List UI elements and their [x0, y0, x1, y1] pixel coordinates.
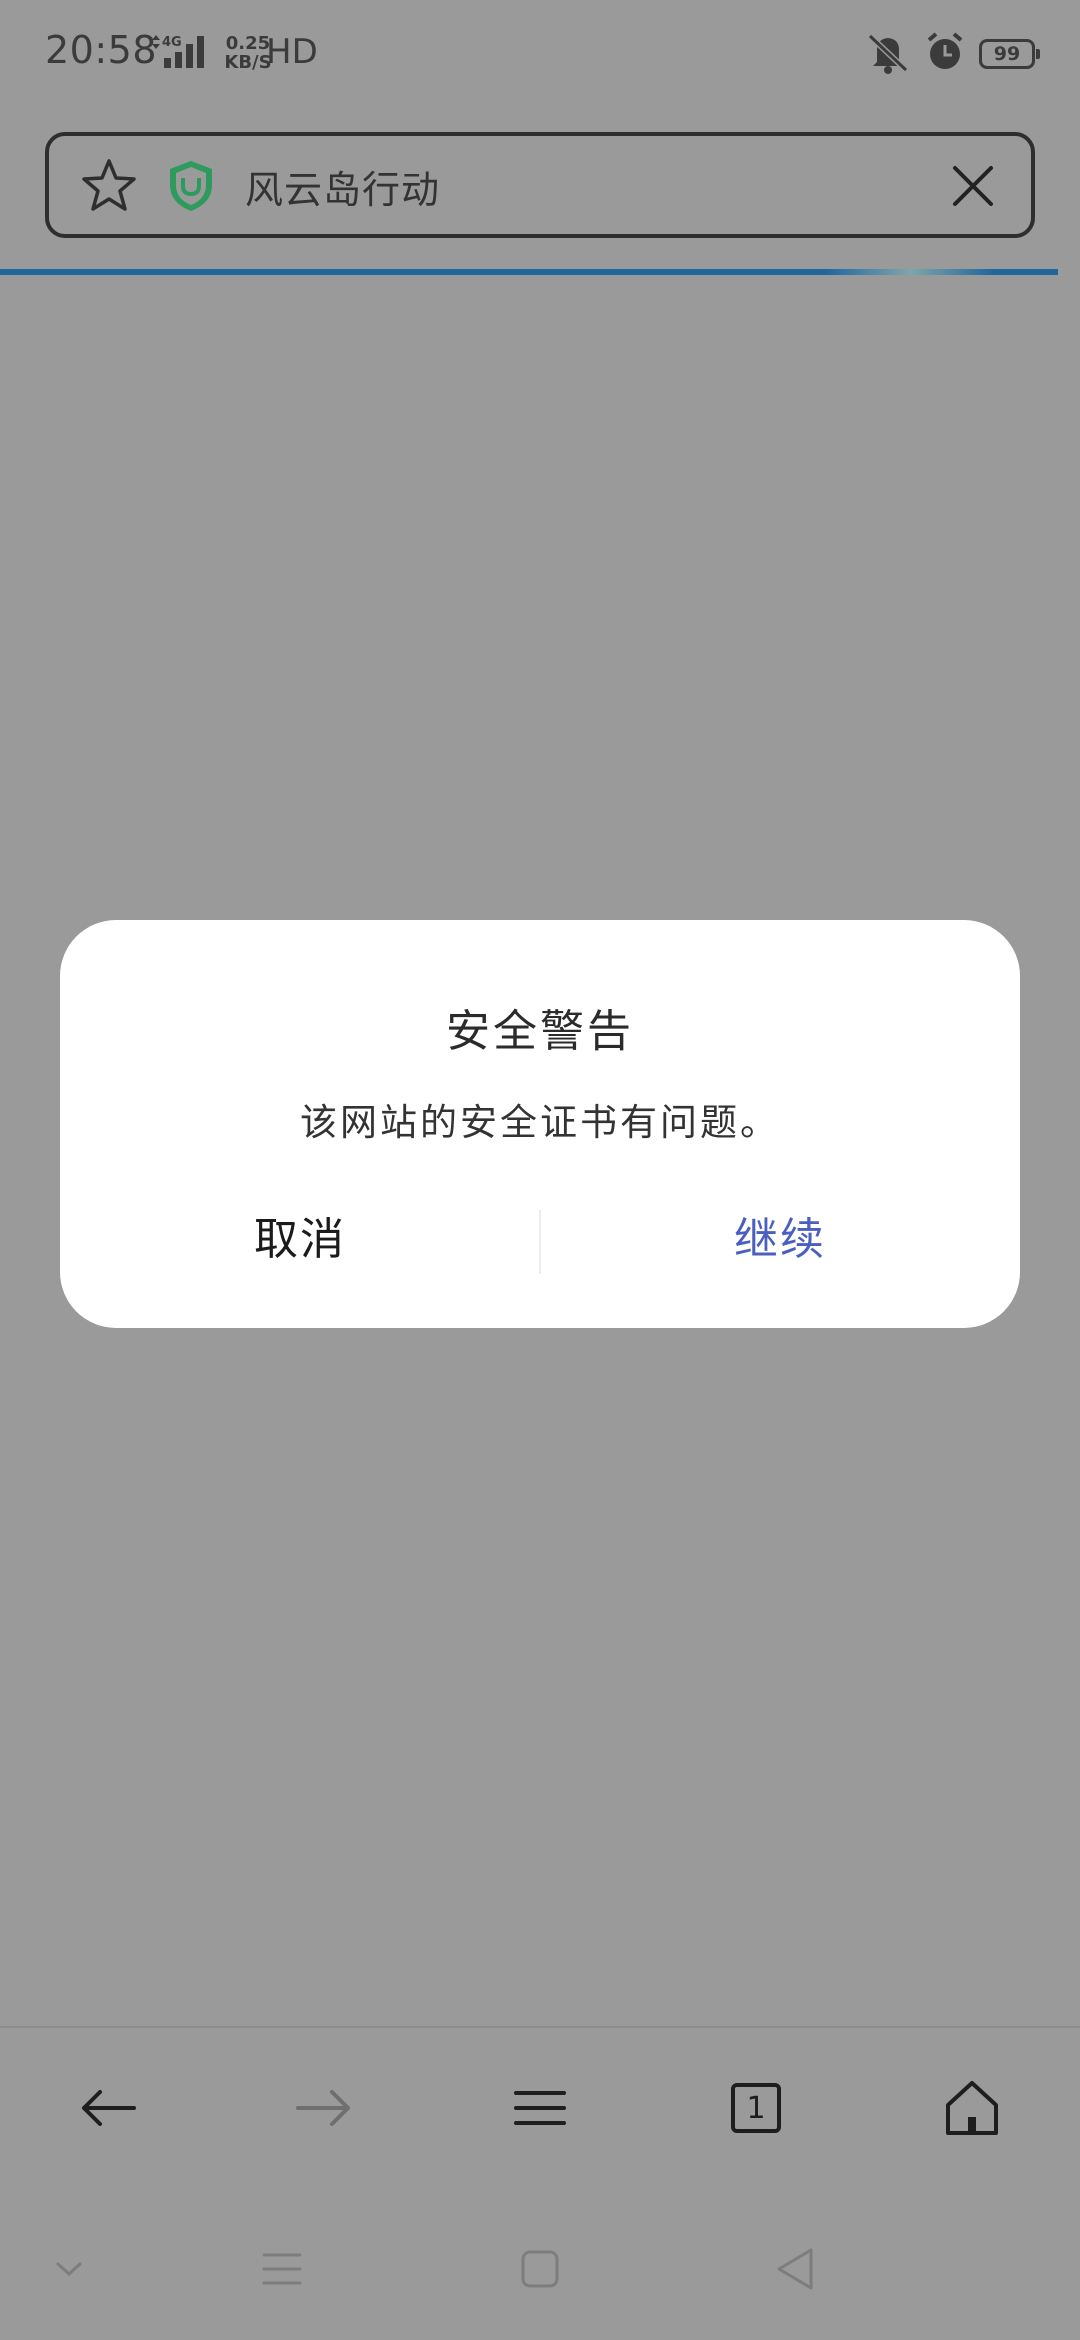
browser-toolbar: 1 [0, 2026, 1080, 2188]
home-square-icon[interactable] [505, 2234, 575, 2304]
battery-icon: 99 [979, 39, 1040, 69]
page-title[interactable]: 风云岛行动 [245, 159, 440, 214]
collapse-icon[interactable] [34, 2234, 104, 2304]
address-bar[interactable]: 风云岛行动 [45, 132, 1035, 238]
signal-icon: 4G [148, 30, 214, 74]
security-warning-dialog: 安全警告 该网站的安全证书有问题。 取消 继续 [60, 920, 1020, 1328]
alarm-icon [925, 30, 965, 78]
cancel-button[interactable]: 取消 [60, 1202, 540, 1278]
tab-count: 1 [746, 2091, 765, 2126]
status-bar: 20:58 4G 0.25 KB/S HD 99 [0, 0, 1080, 110]
close-icon[interactable] [945, 158, 1001, 214]
dialog-title: 安全警告 [446, 1006, 634, 1057]
status-time: 20:58 [45, 28, 158, 72]
forward-icon[interactable] [288, 2072, 360, 2144]
dialog-message: 该网站的安全证书有问题。 [300, 1101, 780, 1144]
back-triangle-icon[interactable] [760, 2234, 830, 2304]
status-right-group: 99 [865, 30, 1040, 78]
back-icon[interactable] [72, 2072, 144, 2144]
home-icon[interactable] [936, 2072, 1008, 2144]
recents-icon[interactable] [247, 2234, 317, 2304]
continue-button[interactable]: 继续 [540, 1202, 1020, 1278]
mute-icon [865, 30, 911, 78]
hd-indicator: HD [266, 32, 318, 72]
tabs-icon[interactable]: 1 [720, 2072, 792, 2144]
shield-icon[interactable] [165, 158, 217, 214]
network-type: 4G [162, 35, 182, 50]
system-nav-bar [0, 2220, 1080, 2320]
star-icon[interactable] [79, 156, 139, 216]
loading-progress-bar [0, 269, 1058, 275]
menu-icon[interactable] [504, 2072, 576, 2144]
